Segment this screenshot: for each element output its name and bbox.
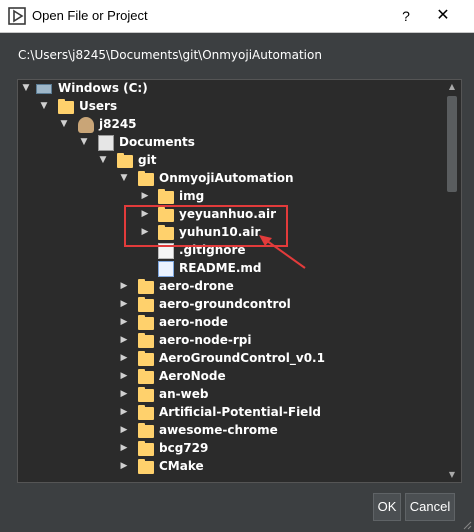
tree-item-label: AeroNode [159, 369, 226, 383]
user-folder-icon [78, 117, 94, 133]
folder-icon [138, 369, 154, 384]
expanded-arrow-icon[interactable]: ▼ [21, 82, 31, 94]
collapsed-arrow-icon[interactable]: ▶ [119, 388, 129, 400]
close-button[interactable]: ✕ [428, 4, 458, 28]
file-tree-panel[interactable]: ▼ Windows (C:) ▼ Users ▼ j8245 ▼ Documen… [17, 79, 462, 483]
tree-item-bcg729[interactable]: ▶ bcg729 [18, 440, 444, 458]
collapsed-arrow-icon[interactable]: ▶ [119, 316, 129, 328]
tree-item-awesome-chrome[interactable]: ▶ awesome-chrome [18, 422, 444, 440]
expanded-arrow-icon[interactable]: ▼ [119, 172, 129, 184]
tree-item-git[interactable]: ▼ git [18, 152, 444, 170]
tree-item-label: Artificial-Potential-Field [159, 405, 322, 419]
tree-item-label: README.md [179, 261, 262, 275]
collapsed-arrow-icon[interactable]: ▶ [119, 298, 129, 310]
expanded-arrow-icon[interactable]: ▼ [59, 118, 69, 130]
tree-item-label: aero-node [159, 315, 228, 329]
tree-item-label: j8245 [99, 117, 137, 131]
tree-item-aero-node-rpi[interactable]: ▶ aero-node-rpi [18, 332, 444, 350]
folder-icon [138, 279, 154, 294]
tree-item-label: aero-node-rpi [159, 333, 252, 347]
collapsed-arrow-icon[interactable]: ▶ [119, 406, 129, 418]
collapsed-arrow-icon[interactable]: ▶ [140, 190, 150, 202]
drive-icon [36, 84, 52, 94]
folder-icon [138, 423, 154, 438]
collapsed-arrow-icon[interactable]: ▶ [119, 334, 129, 346]
markdown-file-icon [158, 261, 174, 277]
scroll-up-icon[interactable]: ▲ [444, 80, 460, 94]
expanded-arrow-icon[interactable]: ▼ [39, 100, 49, 112]
scroll-down-icon[interactable]: ▼ [444, 468, 460, 482]
tree-item-users[interactable]: ▼ Users [18, 98, 444, 116]
expanded-arrow-icon[interactable]: ▼ [98, 154, 108, 166]
collapsed-arrow-icon[interactable]: ▶ [119, 352, 129, 364]
collapsed-arrow-icon[interactable]: ▶ [119, 460, 129, 472]
tree-item-label: aero-groundcontrol [159, 297, 291, 311]
cancel-button[interactable]: Cancel [405, 493, 455, 521]
tree-item-img[interactable]: ▶ img [18, 188, 444, 206]
collapsed-arrow-icon[interactable]: ▶ [119, 442, 129, 454]
app-logo-icon [8, 7, 26, 25]
tree-item-an-web[interactable]: ▶ an-web [18, 386, 444, 404]
tree-item-label: an-web [159, 387, 209, 401]
tree-item-label: OnmyojiAutomation [159, 171, 294, 185]
folder-icon [138, 459, 154, 474]
annotation-arrow-icon [259, 235, 306, 269]
folder-icon [138, 171, 154, 186]
tree-item-aerogroundcontrol-v0-1[interactable]: ▶ AeroGroundControl_v0.1 [18, 350, 444, 368]
folder-icon [138, 351, 154, 366]
tree-item-aero-node[interactable]: ▶ aero-node [18, 314, 444, 332]
path-field[interactable]: C:\Users\j8245\Documents\git\OnmyojiAuto… [18, 48, 458, 66]
resize-grip-icon[interactable] [462, 520, 472, 530]
window-title: Open File or Project [32, 8, 148, 23]
folder-icon [138, 315, 154, 330]
title-bar: Open File or Project ? ✕ [0, 0, 474, 33]
collapsed-arrow-icon[interactable]: ▶ [119, 424, 129, 436]
collapsed-arrow-icon[interactable]: ▶ [119, 280, 129, 292]
tree-item-aeronode[interactable]: ▶ AeroNode [18, 368, 444, 386]
tree-item-aero-drone[interactable]: ▶ aero-drone [18, 278, 444, 296]
folder-icon [58, 99, 74, 114]
folder-icon [138, 387, 154, 402]
scrollbar-thumb[interactable] [447, 96, 457, 192]
tree-item-label: Windows (C:) [58, 81, 148, 95]
expanded-arrow-icon[interactable]: ▼ [79, 136, 89, 148]
folder-icon [138, 441, 154, 456]
ok-button[interactable]: OK [373, 493, 401, 521]
tree-item-label: AeroGroundControl_v0.1 [159, 351, 325, 365]
tree-item-label: aero-drone [159, 279, 234, 293]
tree-item-cmake[interactable]: ▶ CMake [18, 458, 444, 476]
folder-icon [158, 189, 174, 204]
vertical-scrollbar[interactable]: ▲ ▼ [444, 80, 460, 482]
tree-item-documents[interactable]: ▼ Documents [18, 134, 444, 152]
tree-item-aero-groundcontrol[interactable]: ▶ aero-groundcontrol [18, 296, 444, 314]
tree-item-onmyojiautomation[interactable]: ▼ OnmyojiAutomation [18, 170, 444, 188]
folder-icon [138, 405, 154, 420]
tree-item-artificial-potential-field[interactable]: ▶ Artificial-Potential-Field [18, 404, 444, 422]
tree-item-label: git [138, 153, 157, 167]
tree-item-readme-md[interactable]: README.md [18, 260, 444, 278]
tree-item-label: img [179, 189, 205, 203]
tree-item-windows-c[interactable]: ▼ Windows (C:) [18, 80, 444, 98]
tree-item-label: Documents [119, 135, 195, 149]
collapsed-arrow-icon[interactable]: ▶ [119, 370, 129, 382]
tree-item-label: awesome-chrome [159, 423, 278, 437]
documents-icon [98, 135, 114, 151]
help-button[interactable]: ? [392, 4, 420, 28]
tree-item-label: Users [79, 99, 118, 113]
tree-item-label: CMake [159, 459, 204, 473]
tree-item-j8245[interactable]: ▼ j8245 [18, 116, 444, 134]
folder-icon [138, 297, 154, 312]
folder-icon [138, 333, 154, 348]
folder-icon [117, 153, 133, 168]
tree-item-label: bcg729 [159, 441, 209, 455]
